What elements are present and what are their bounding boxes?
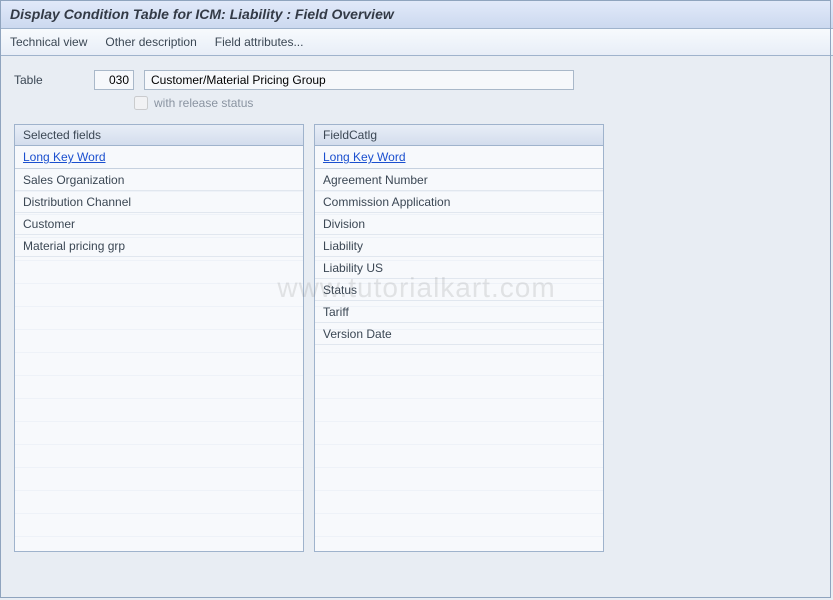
table-description-input[interactable] <box>144 70 574 90</box>
other-description-button[interactable]: Other description <box>105 35 196 49</box>
page-title: Display Condition Table for ICM: Liabili… <box>0 0 833 29</box>
list-item[interactable]: Sales Organization <box>15 169 303 191</box>
selected-fields-col-header[interactable]: Long Key Word <box>15 146 303 169</box>
list-item[interactable]: Commission Application <box>315 191 603 213</box>
list-item[interactable]: Customer <box>15 213 303 235</box>
field-catalog-title: FieldCatlg <box>315 125 603 146</box>
field-catalog-list: Agreement NumberCommission ApplicationDi… <box>315 169 603 551</box>
list-item[interactable]: Division <box>315 213 603 235</box>
toolbar: Technical view Other description Field a… <box>0 29 833 56</box>
list-item[interactable]: Liability <box>315 235 603 257</box>
field-catalog-panel: FieldCatlg Long Key Word Agreement Numbe… <box>314 124 604 552</box>
list-item[interactable]: Version Date <box>315 323 603 345</box>
list-item[interactable]: Material pricing grp <box>15 235 303 257</box>
list-item[interactable]: Agreement Number <box>315 169 603 191</box>
technical-view-button[interactable]: Technical view <box>10 35 87 49</box>
list-item[interactable]: Distribution Channel <box>15 191 303 213</box>
selected-fields-list: Sales OrganizationDistribution ChannelCu… <box>15 169 303 551</box>
table-number-input[interactable] <box>94 70 134 90</box>
list-item[interactable]: Liability US <box>315 257 603 279</box>
field-attributes-button[interactable]: Field attributes... <box>215 35 304 49</box>
table-row: Table <box>0 56 833 94</box>
list-item[interactable]: Status <box>315 279 603 301</box>
selected-fields-title: Selected fields <box>15 125 303 146</box>
field-catalog-col-header[interactable]: Long Key Word <box>315 146 603 169</box>
release-status-row: with release status <box>0 94 833 124</box>
table-label: Table <box>14 73 84 87</box>
release-status-label: with release status <box>154 96 253 110</box>
list-item[interactable]: Tariff <box>315 301 603 323</box>
release-status-checkbox[interactable] <box>134 96 148 110</box>
selected-fields-panel: Selected fields Long Key Word Sales Orga… <box>14 124 304 552</box>
